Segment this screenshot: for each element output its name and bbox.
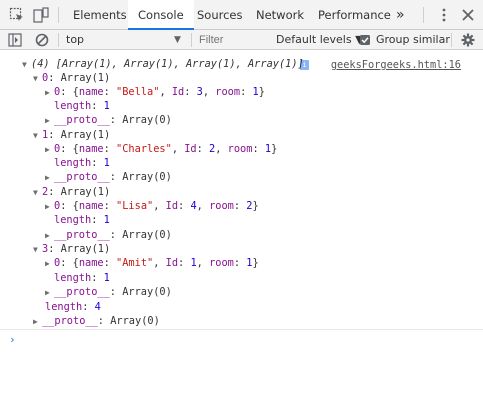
expand-triangle-icon[interactable]: ▼ [33,186,42,200]
collapsed-triangle-icon[interactable]: ▶ [45,86,54,100]
proto-value: Array(0) [122,229,172,241]
tab-elements[interactable]: Elements [73,0,127,29]
name-value: "Bella" [116,86,160,98]
expand-triangle-icon[interactable]: ▼ [33,72,42,86]
proto-row[interactable]: ▶ __proto__: Array(0) [45,113,172,127]
proto-row[interactable]: ▶ __proto__: Array(0) [45,228,172,242]
filter-input[interactable] [196,32,274,47]
tabbar-separator [423,7,424,23]
object-row[interactable]: ▶ 0: {name: "Amit", Id: 1, room: 1} [45,256,259,270]
log-levels-dropdown[interactable]: Default levels ▼ [276,30,364,50]
outer-length-row: length: 4 [45,301,101,313]
collapsed-triangle-icon[interactable]: ▶ [45,114,54,128]
array-summary: (4) [Array(1), Array(1), Array(1), Array… [31,58,304,70]
length-row: length: 1 [54,214,110,226]
proto-row[interactable]: ▶ __proto__: Array(0) [45,170,172,184]
gear-icon[interactable] [461,33,475,47]
device-toolbar-icon[interactable] [33,7,49,23]
toolbar-separator [191,33,192,47]
context-value: top [66,33,85,46]
source-link[interactable]: geeksForgeeks.html:16 [331,59,461,71]
object-row[interactable]: ▶ 0: {name: "Lisa", Id: 4, room: 2} [45,199,259,213]
expand-triangle-icon[interactable]: ▼ [33,243,42,257]
outer-length-value: 4 [94,301,101,313]
collapsed-triangle-icon[interactable]: ▶ [45,229,54,243]
collapsed-triangle-icon[interactable]: ▶ [33,315,42,329]
array-summary-row[interactable]: ▼ (4) [Array(1), Array(1), Array(1), Arra… [22,57,304,71]
length-value: 1 [103,272,110,284]
item-label: Array(1) [60,243,111,255]
collapsed-triangle-icon[interactable]: ▶ [45,143,54,157]
length-row: length: 1 [54,157,110,169]
tab-console[interactable]: Console [128,0,194,30]
expand-triangle-icon[interactable]: ▼ [33,129,42,143]
array-item-row[interactable]: ▼ 0: Array(1) [33,71,110,85]
length-row: length: 1 [54,100,110,112]
console-toolbar: top ▼ Default levels ▼ Group similar [0,30,483,50]
object-row[interactable]: ▶ 0: {name: "Bella", Id: 3, room: 1} [45,85,265,99]
tab-performance[interactable]: Performance [318,0,391,29]
proto-row[interactable]: ▶ __proto__: Array(0) [45,285,172,299]
console-output: i geeksForgeeks.html:16 ▼ (4) [Array(1), … [0,51,483,400]
toolbar-separator [58,33,59,47]
array-item-row[interactable]: ▼ 2: Array(1) [33,185,110,199]
kebab-menu-icon[interactable] [436,7,452,23]
outer-proto-row[interactable]: ▶ __proto__: Array(0) [33,314,160,328]
array-item-row[interactable]: ▼ 3: Array(1) [33,242,110,256]
name-value: "Lisa" [116,200,154,212]
item-label: Array(1) [60,129,111,141]
toggle-sidebar-icon[interactable] [8,33,22,47]
length-row: length: 1 [54,272,110,284]
outer-proto-value: Array(0) [110,315,160,327]
console-divider [0,329,483,330]
dropdown-arrow-icon: ▼ [174,35,181,45]
collapsed-triangle-icon[interactable]: ▶ [45,171,54,185]
clear-console-icon[interactable] [35,33,49,47]
group-similar-label: Group similar [376,33,450,46]
close-icon[interactable] [460,7,476,23]
toolbar-separator [451,33,452,47]
array-item-row[interactable]: ▼ 1: Array(1) [33,128,110,142]
name-value: "Amit" [116,257,154,269]
tab-network[interactable]: Network [256,0,304,29]
name-value: "Charles" [116,143,172,155]
proto-value: Array(0) [122,286,172,298]
proto-value: Array(0) [122,114,172,126]
collapsed-triangle-icon[interactable]: ▶ [45,286,54,300]
length-value: 1 [103,157,110,169]
length-value: 1 [103,214,110,226]
devtools-tabbar: Elements Console Sources Network Perform… [0,0,483,30]
expand-triangle-icon[interactable]: ▼ [22,58,31,72]
console-prompt[interactable]: › [9,333,16,346]
item-label: Array(1) [60,186,111,198]
tab-sources[interactable]: Sources [197,0,243,29]
object-row[interactable]: ▶ 0: {name: "Charles", Id: 2, room: 1} [45,142,277,156]
collapsed-triangle-icon[interactable]: ▶ [45,200,54,214]
length-value: 1 [103,100,110,112]
item-label: Array(1) [60,72,111,84]
collapsed-triangle-icon[interactable]: ▶ [45,257,54,271]
proto-value: Array(0) [122,171,172,183]
more-tabs-button[interactable]: » [396,0,405,29]
checkbox-checked-icon[interactable] [360,35,370,45]
inspect-element-icon[interactable] [9,7,25,23]
tabbar-separator [58,7,59,23]
context-selector[interactable]: top ▼ [66,30,186,50]
